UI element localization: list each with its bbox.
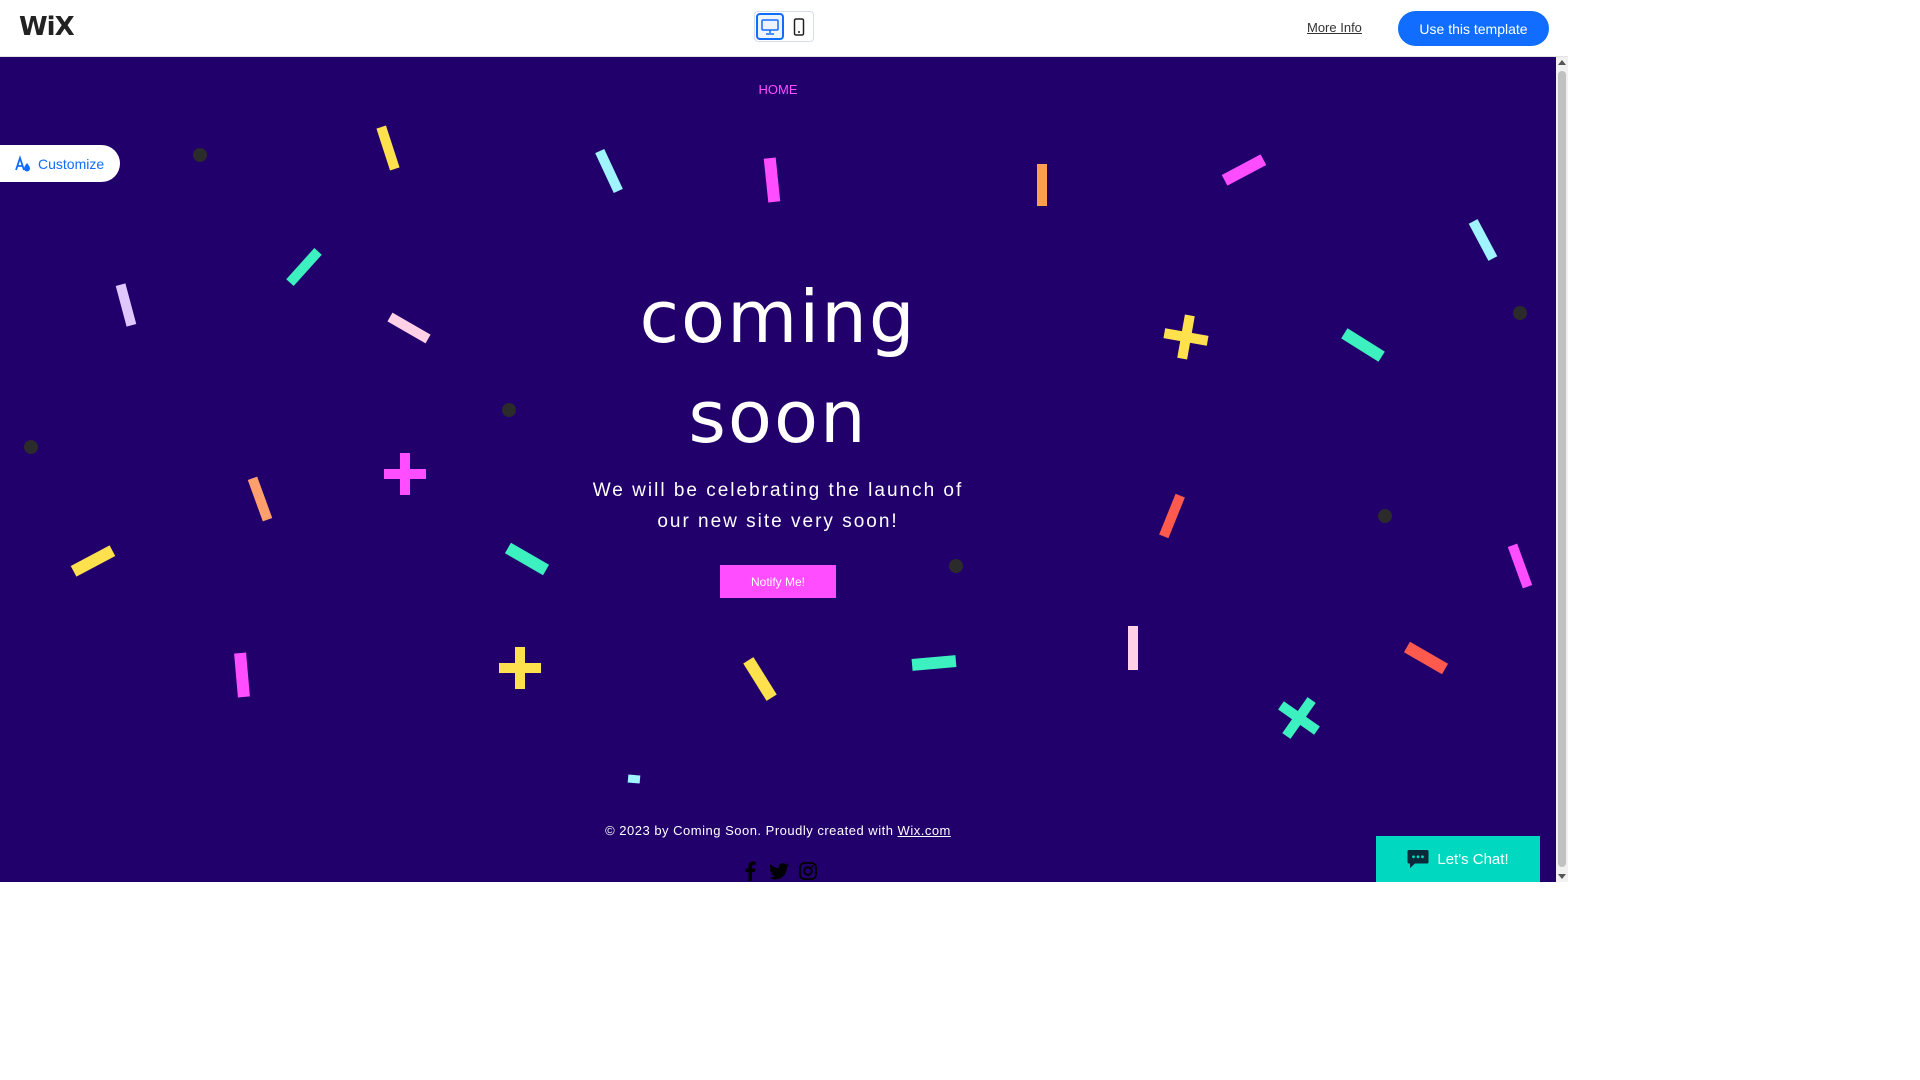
confetti-decoration [24, 125, 1533, 784]
subtitle-line: We will be celebrating the launch of [592, 480, 964, 501]
headline-line: coming [639, 275, 917, 359]
palette-icon [15, 154, 30, 171]
nav-home-link[interactable]: HOME [0, 82, 1556, 97]
site-preview: HOME Customize coming soon We will be ce… [0, 57, 1556, 882]
chat-label: Let's Chat! [1437, 850, 1509, 868]
wix-logo: WiX [19, 12, 75, 42]
scroll-down-icon[interactable] [1558, 874, 1566, 879]
facebook-icon[interactable] [739, 860, 760, 882]
vertical-scrollbar[interactable] [1556, 57, 1568, 882]
chat-bubble-icon [1407, 850, 1429, 868]
mobile-icon [793, 17, 805, 36]
wix-link[interactable]: Wix.com [898, 823, 951, 838]
twitter-icon[interactable] [768, 860, 789, 882]
footer-text: © 2023 by Coming Soon. Proudly created w… [0, 823, 1556, 838]
headline-line: soon [688, 375, 868, 459]
desktop-view-button[interactable] [756, 13, 784, 40]
desktop-icon [761, 18, 779, 35]
footer-copyright: © 2023 by Coming Soon. Proudly created w… [605, 823, 898, 838]
scroll-thumb[interactable] [1558, 71, 1566, 867]
notify-me-button[interactable]: Notify Me! [720, 565, 836, 598]
page-title: coming soon [0, 267, 1556, 467]
subtitle-line: our new site very soon! [657, 511, 899, 532]
more-info-link[interactable]: More Info [1307, 20, 1362, 35]
chat-button[interactable]: Let's Chat! [1376, 836, 1540, 882]
customize-button[interactable]: Customize [0, 145, 120, 182]
editor-top-bar: WiX More Info Use this template [0, 0, 1568, 57]
social-bar [739, 860, 819, 882]
subtitle-text: We will be celebrating the launch of our… [0, 475, 1556, 537]
instagram-icon[interactable] [798, 860, 819, 882]
customize-label: Customize [38, 155, 105, 172]
use-template-button[interactable]: Use this template [1398, 11, 1549, 46]
scroll-up-icon[interactable] [1558, 60, 1566, 65]
mobile-view-button[interactable] [785, 13, 813, 40]
device-toggle [754, 11, 814, 42]
